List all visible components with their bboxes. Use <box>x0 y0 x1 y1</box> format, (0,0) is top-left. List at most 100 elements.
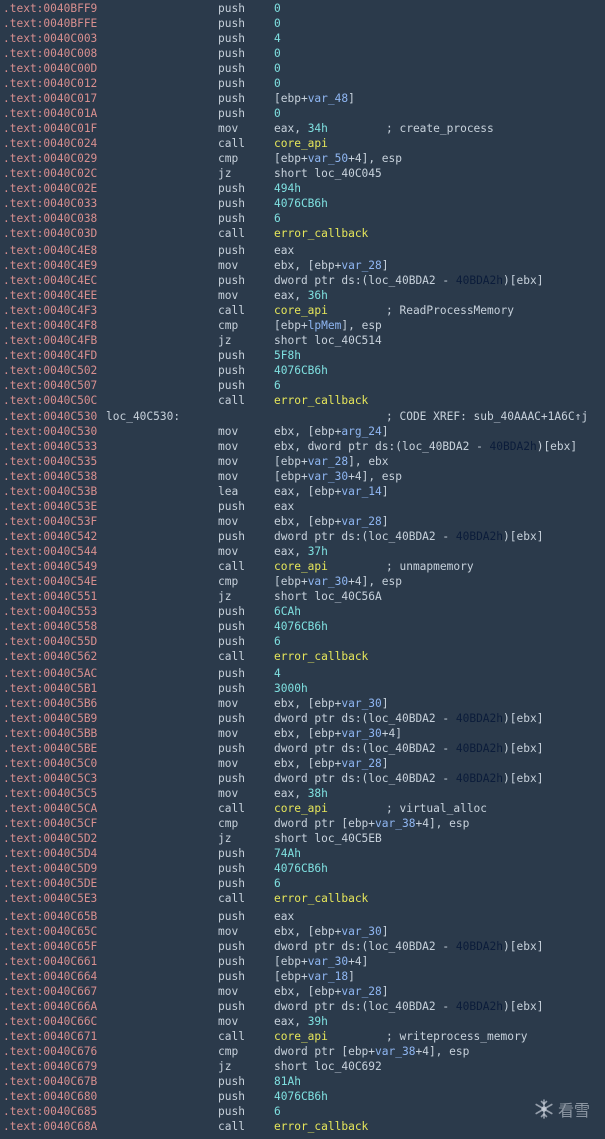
address-segment: .text:0040C5D9 <box>3 862 98 875</box>
operand-text: ebx, [ebp+ <box>274 697 342 710</box>
instruction-mnemonic: push <box>218 910 245 923</box>
address-segment: .text:0040C033 <box>3 197 98 210</box>
function-name[interactable]: core_api <box>274 137 328 150</box>
address-segment: .text:0040C5BE <box>3 742 98 755</box>
highlighted-offset: 40BDA2h <box>455 940 504 953</box>
snowflake-icon <box>535 1099 553 1119</box>
instruction-operands: [ebp+var_30+4], esp <box>274 574 402 589</box>
operand-text: eax <box>274 244 295 257</box>
stack-variable[interactable]: var_30 <box>341 697 381 710</box>
immediate-value: 4 <box>274 667 281 680</box>
instruction-operands: 0 <box>274 46 281 61</box>
operand-text: ebx, dword ptr ds:(loc_40BDA2 - <box>274 440 490 453</box>
function-name[interactable]: core_api <box>274 304 328 317</box>
instruction-mnemonic: call <box>218 1120 245 1133</box>
instruction-mnemonic: push <box>218 530 245 543</box>
instruction-mnemonic: mov <box>218 122 239 135</box>
operand-text: [ebp+ <box>274 319 308 332</box>
instruction-mnemonic: mov <box>218 515 239 528</box>
stack-variable[interactable]: var_18 <box>308 970 348 983</box>
immediate-value: 39h <box>307 1015 328 1028</box>
address-segment: .text:0040C4F8 <box>3 319 98 332</box>
instruction-operands: eax <box>274 243 294 258</box>
address-segment: .text:0040C5DE <box>3 877 98 890</box>
instruction-mnemonic: mov <box>218 259 239 272</box>
disassembly-listing[interactable]: .text:0040BFF9 push 0 .text:0040BFFE push 0 .t… <box>0 0 605 1139</box>
stack-variable[interactable]: var_28 <box>341 515 381 528</box>
code-label[interactable]: loc_40C530: <box>106 409 180 424</box>
instruction-operands: 74Ah <box>274 846 301 861</box>
instruction-mnemonic: mov <box>218 289 239 302</box>
instruction-operands: core_api <box>274 801 328 816</box>
immediate-value: 4076CB6h <box>274 1090 328 1103</box>
address-segment: .text:0040C01A <box>3 107 98 120</box>
operand-text: ] <box>348 92 355 105</box>
stack-variable[interactable]: var_30 <box>308 470 348 483</box>
instruction-operands: [ebp+var_18] <box>274 969 355 984</box>
operand-text: ], esp <box>341 319 382 332</box>
address-segment: .text:0040C671 <box>3 1030 98 1043</box>
function-name[interactable]: core_api <box>274 1030 328 1043</box>
address-segment: .text:0040C003 <box>3 32 98 45</box>
function-name[interactable]: error_callback <box>274 650 368 663</box>
instruction-operands: eax, 34h <box>274 121 328 136</box>
instruction-mnemonic: call <box>218 560 245 573</box>
instruction-operands: error_callback <box>274 891 368 906</box>
operand-text: ebx, [ebp+ <box>274 757 342 770</box>
stack-variable[interactable]: var_28 <box>341 757 381 770</box>
instruction-operands: short loc_40C514 <box>274 333 382 348</box>
stack-variable[interactable]: var_28 <box>341 259 381 272</box>
address-segment: .text:0040C549 <box>3 560 98 573</box>
instruction-operands: error_callback <box>274 1119 368 1134</box>
stack-variable[interactable]: var_30 <box>308 955 348 968</box>
instruction-operands: short loc_40C692 <box>274 1059 382 1074</box>
operand-text: [ebp+ <box>274 152 308 165</box>
instruction-operands: 3000h <box>274 681 308 696</box>
instruction-mnemonic: push <box>218 682 245 695</box>
address-segment: .text:0040C68A <box>3 1120 98 1133</box>
stack-variable[interactable]: var_50 <box>308 152 348 165</box>
stack-variable[interactable]: var_28 <box>308 455 348 468</box>
instruction-mnemonic: cmp <box>218 319 239 332</box>
instruction-operands: 494h <box>274 181 301 196</box>
instruction-mnemonic: mov <box>218 985 239 998</box>
instruction-mnemonic: push <box>218 847 245 860</box>
address-segment: .text:0040C02C <box>3 167 98 180</box>
instruction-operands: dword ptr ds:(loc_40BDA2 - 40BDA2h)[ebx] <box>274 529 543 544</box>
operand-text: [ebp+ <box>274 455 308 468</box>
stack-variable[interactable]: var_38 <box>375 817 415 830</box>
immediate-value: 4076CB6h <box>274 364 328 377</box>
function-name[interactable]: error_callback <box>274 1120 368 1133</box>
highlighted-offset: 40BDA2h <box>455 274 504 287</box>
address-segment: .text:0040C551 <box>3 590 98 603</box>
stack-variable[interactable]: var_14 <box>341 485 381 498</box>
instruction-mnemonic: push <box>218 1075 245 1088</box>
address-segment: .text:0040C55D <box>3 635 98 648</box>
operand-text: )[ebx] <box>503 530 544 543</box>
stack-variable[interactable]: var_30 <box>341 925 381 938</box>
operand-text: dword ptr ds:(loc_40BDA2 - <box>274 742 456 755</box>
stack-variable[interactable]: var_28 <box>341 985 381 998</box>
stack-variable[interactable]: var_48 <box>308 92 348 105</box>
function-name[interactable]: error_callback <box>274 892 368 905</box>
stack-variable[interactable]: lpMem <box>308 319 342 332</box>
function-name[interactable]: error_callback <box>274 227 368 240</box>
function-name[interactable]: core_api <box>274 560 328 573</box>
instruction-mnemonic: mov <box>218 545 239 558</box>
stack-variable[interactable]: var_30 <box>308 575 348 588</box>
operand-text: ] <box>381 925 389 938</box>
immediate-value: 0 <box>274 2 281 15</box>
stack-variable[interactable]: var_38 <box>375 1045 415 1058</box>
highlighted-offset: 40BDA2h <box>455 772 504 785</box>
stack-variable[interactable]: var_30 <box>341 727 381 740</box>
operand-text: eax <box>274 500 295 513</box>
function-name[interactable]: core_api <box>274 802 328 815</box>
function-name[interactable]: error_callback <box>274 394 368 407</box>
instruction-mnemonic: push <box>218 2 245 15</box>
instruction-mnemonic: call <box>218 137 245 150</box>
instruction-operands: ebx, [ebp+var_30+4] <box>274 726 402 741</box>
stack-variable[interactable]: arg_24 <box>341 425 381 438</box>
operand-text: eax, <box>274 787 308 800</box>
instruction-operands: eax, 38h <box>274 786 328 801</box>
instruction-operands: ebx, [ebp+var_30] <box>274 924 389 939</box>
